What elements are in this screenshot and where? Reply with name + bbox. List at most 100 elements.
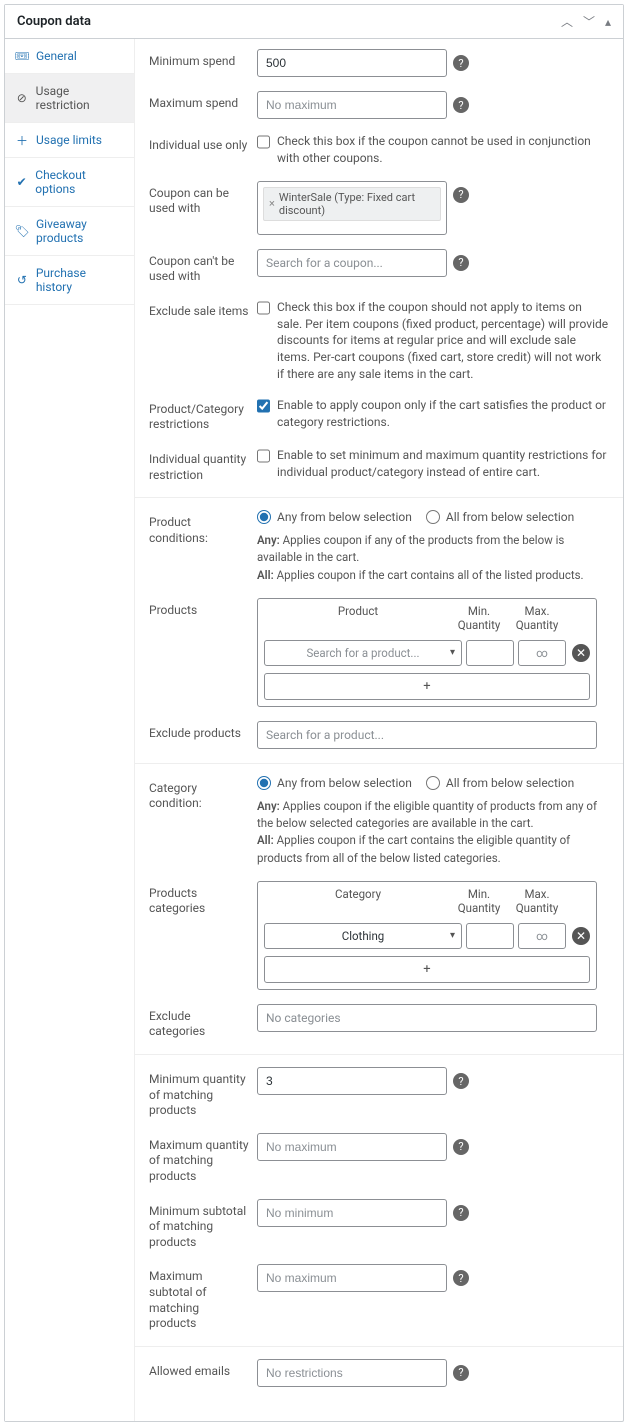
max-qty-col-header: Max. Quantity: [508, 604, 566, 632]
help-icon[interactable]: ?: [453, 187, 469, 203]
max-qty-matching-input[interactable]: [257, 1133, 447, 1161]
cant-be-used-with-input[interactable]: Search for a coupon...: [257, 249, 447, 277]
min-qty-col-header: Min. Quantity: [450, 604, 508, 632]
min-qty-matching-input[interactable]: [257, 1067, 447, 1095]
category-condition-all[interactable]: All from below selection: [426, 776, 574, 790]
product-conditions-all[interactable]: All from below selection: [426, 510, 574, 524]
product-cat-restrictions-checkbox[interactable]: [257, 399, 270, 413]
sidebar-item-usage-restriction[interactable]: ⊘ Usage restriction: [5, 74, 134, 123]
individual-use-label: Individual use only: [149, 133, 249, 154]
radio-label: All from below selection: [446, 510, 574, 524]
help-icon[interactable]: ?: [453, 255, 469, 271]
radio-label: Any from below selection: [277, 510, 412, 524]
category-condition-all-radio[interactable]: [426, 776, 440, 790]
help-icon[interactable]: ?: [453, 1270, 469, 1286]
check-icon: ✔: [15, 175, 28, 189]
category-col-header: Category: [266, 887, 450, 915]
category-min-qty-input[interactable]: [466, 923, 514, 949]
sidebar-item-giveaway-products[interactable]: 🏷 Giveaway products: [5, 207, 134, 256]
max-subtotal-input[interactable]: [257, 1264, 447, 1292]
category-condition-label: Category condition:: [149, 776, 249, 812]
add-product-row-button[interactable]: +: [264, 673, 590, 700]
collapse-down-icon[interactable]: ﹀: [583, 13, 595, 30]
can-be-used-with-box[interactable]: × WinterSale (Type: Fixed cart discount): [257, 181, 447, 235]
exclude-sale-checkbox[interactable]: [257, 301, 270, 315]
categories-table: Category Min. Quantity Max. Quantity Clo…: [257, 881, 597, 990]
individual-qty-text: Enable to set minimum and maximum quanti…: [277, 447, 609, 481]
sidebar-item-usage-limits[interactable]: ＋ Usage limits: [5, 123, 134, 158]
coupon-data-panel: Coupon data ︿ ﹀ ▴ 🎟 General ⊘ Usage rest…: [4, 4, 624, 1422]
category-max-qty-input[interactable]: ∞: [518, 923, 566, 949]
coupon-tag[interactable]: × WinterSale (Type: Fixed cart discount): [263, 187, 441, 221]
sidebar-item-label: Checkout options: [35, 168, 124, 196]
product-select[interactable]: Search for a product... ▾: [264, 640, 462, 666]
hint-any-prefix: Any:: [257, 533, 280, 547]
max-subtotal-label: Maximum subtotal of matching products: [149, 1264, 249, 1331]
product-select-placeholder: Search for a product...: [306, 646, 419, 660]
exclude-products-input[interactable]: Search for a product...: [257, 721, 597, 749]
sidebar-item-label: General: [36, 49, 77, 63]
help-icon[interactable]: ?: [453, 55, 469, 71]
product-conditions-any[interactable]: Any from below selection: [257, 510, 412, 524]
min-qty-matching-label: Minimum quantity of matching products: [149, 1067, 249, 1119]
sidebar-item-checkout-options[interactable]: ✔ Checkout options: [5, 158, 134, 207]
max-qty-matching-label: Maximum quantity of matching products: [149, 1133, 249, 1185]
category-select[interactable]: Clothing ▾: [264, 923, 462, 949]
product-col-header: Product: [266, 604, 450, 632]
product-conditions-any-radio[interactable]: [257, 510, 271, 524]
max-spend-input[interactable]: [257, 91, 447, 119]
chevron-down-icon: ▾: [450, 930, 455, 941]
history-icon: ↺: [15, 273, 29, 287]
allowed-emails-input[interactable]: [257, 1359, 447, 1387]
can-be-used-with-label: Coupon can be used with: [149, 181, 249, 217]
product-max-qty-input[interactable]: ∞: [518, 640, 566, 666]
exclude-products-label: Exclude products: [149, 721, 249, 742]
panel-header-actions: ︿ ﹀ ▴: [561, 13, 611, 30]
plus-icon: ＋: [15, 133, 29, 147]
sidebar-item-general[interactable]: 🎟 General: [5, 39, 134, 74]
product-conditions-label: Product conditions:: [149, 510, 249, 546]
individual-use-checkbox[interactable]: [257, 135, 270, 149]
category-condition-any[interactable]: Any from below selection: [257, 776, 412, 790]
product-min-qty-input[interactable]: [466, 640, 514, 666]
help-icon[interactable]: ?: [453, 1139, 469, 1155]
delete-row-icon[interactable]: ✕: [572, 927, 590, 945]
products-label: Products: [149, 598, 249, 619]
add-category-row-button[interactable]: +: [264, 956, 590, 983]
max-spend-label: Maximum spend: [149, 91, 249, 112]
individual-qty-checkbox[interactable]: [257, 449, 270, 463]
product-cat-restrictions-text: Enable to apply coupon only if the cart …: [277, 397, 609, 431]
chevron-down-icon: ▾: [450, 647, 455, 658]
min-qty-col-header: Min. Quantity: [450, 887, 508, 915]
min-spend-label: Minimum spend: [149, 49, 249, 70]
category-condition-any-radio[interactable]: [257, 776, 271, 790]
exclude-sale-label: Exclude sale items: [149, 299, 249, 320]
panel-body: 🎟 General ⊘ Usage restriction ＋ Usage li…: [5, 39, 623, 1421]
radio-label: Any from below selection: [277, 776, 412, 790]
product-conditions-all-radio[interactable]: [426, 510, 440, 524]
allowed-emails-label: Allowed emails: [149, 1359, 249, 1380]
exclude-categories-input[interactable]: No categories: [257, 1004, 597, 1032]
sidebar-item-purchase-history[interactable]: ↺ Purchase history: [5, 256, 134, 305]
help-icon[interactable]: ?: [453, 1365, 469, 1381]
help-icon[interactable]: ?: [453, 1205, 469, 1221]
min-subtotal-input[interactable]: [257, 1199, 447, 1227]
products-table: Product Min. Quantity Max. Quantity Sear…: [257, 598, 597, 707]
help-icon[interactable]: ?: [453, 97, 469, 113]
exclude-sale-text: Check this box if the coupon should not …: [277, 299, 609, 383]
individual-use-text: Check this box if the coupon cannot be u…: [277, 133, 609, 167]
remove-tag-icon[interactable]: ×: [269, 197, 275, 210]
collapse-up-icon[interactable]: ︿: [561, 13, 573, 30]
min-subtotal-label: Minimum subtotal of matching products: [149, 1199, 249, 1251]
max-qty-col-header: Max. Quantity: [508, 887, 566, 915]
tag-label: WinterSale (Type: Fixed cart discount): [279, 191, 435, 217]
exclude-categories-label: Exclude categories: [149, 1004, 249, 1040]
toggle-icon[interactable]: ▴: [605, 15, 611, 29]
help-icon[interactable]: ?: [453, 1073, 469, 1089]
min-spend-input[interactable]: [257, 49, 447, 77]
product-categories-label: Products categories: [149, 881, 249, 917]
radio-label: All from below selection: [446, 776, 574, 790]
panel-header: Coupon data ︿ ﹀ ▴: [5, 5, 623, 39]
panel-title: Coupon data: [17, 14, 91, 29]
delete-row-icon[interactable]: ✕: [572, 644, 590, 662]
